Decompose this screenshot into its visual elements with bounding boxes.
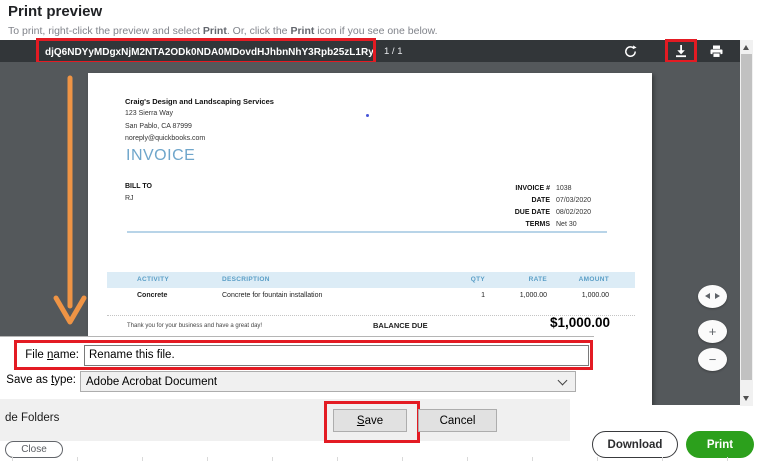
minus-icon: − <box>708 352 717 367</box>
meta-row-invoice-number: INVOICE # 1038 <box>515 185 572 192</box>
chevron-down-icon <box>557 375 568 386</box>
background-table-edge <box>12 457 758 461</box>
bill-to-value: RJ <box>125 195 134 202</box>
zoom-out-button[interactable]: − <box>698 348 727 371</box>
table-header-row: ACTIVITY DESCRIPTION QTY RATE AMOUNT <box>107 272 635 288</box>
close-button[interactable]: Close <box>5 441 63 458</box>
annotation-filename-row-highlight: File name: <box>14 340 593 370</box>
pdf-filename: djQ6NDYyMDgxNjM2NTA2ODk0NDA0MDovdHJhbnNh… <box>45 47 374 58</box>
zoom-in-button[interactable]: + <box>698 320 727 343</box>
save-button[interactable]: Save <box>333 409 407 432</box>
meta-row-date: DATE 07/03/2020 <box>531 197 592 204</box>
hide-folders-button-partial[interactable]: de Folders <box>5 412 59 424</box>
table-row: Concrete Concrete for fountain installat… <box>137 292 609 299</box>
thank-you-text: Thank you for your business and have a g… <box>127 323 263 329</box>
save-as-type-label: Save as type: <box>6 374 76 386</box>
invoice-email: noreply@quickbooks.com <box>125 135 206 142</box>
instructions-text: To print, right-click the preview and se… <box>8 25 438 37</box>
annotation-download-highlight <box>665 39 697 63</box>
save-as-type-select[interactable]: Adobe Acrobat Document <box>80 371 576 392</box>
download-button[interactable]: Download <box>592 431 678 458</box>
invoice-address-line1: 123 Sierra Way <box>125 110 173 117</box>
cancel-button[interactable]: Cancel <box>418 409 497 432</box>
dialog-footer: de Folders Save Cancel <box>0 399 570 443</box>
page-title: Print preview <box>8 3 103 20</box>
file-name-input[interactable] <box>84 344 589 366</box>
save-as-type-row: Save as type: Adobe Acrobat Document <box>0 370 594 394</box>
print-preview-modal: Print preview To print, right-click the … <box>0 0 758 461</box>
download-icon[interactable] <box>674 44 688 58</box>
pdf-toolbar: djQ6NDYyMDgxNjM2NTA2ODk0NDA0MDovdHJhbnNh… <box>0 38 740 64</box>
scroll-down-icon[interactable] <box>743 396 749 401</box>
invoice-address: 123 Sierra Way San Pablo, CA 87999 norep… <box>125 108 205 146</box>
fit-to-page-button[interactable] <box>698 285 727 308</box>
save-as-type-value: Adobe Acrobat Document <box>86 376 218 388</box>
meta-row-due-date: DUE DATE 08/02/2020 <box>514 209 592 216</box>
annotation-filename-highlight: djQ6NDYyMDgxNjM2NTA2ODk0NDA0MDovdHJhbnNh… <box>36 38 376 64</box>
header-divider <box>127 231 607 233</box>
bill-to-label: BILL TO <box>125 183 152 190</box>
invoice-doc-title: INVOICE <box>126 147 196 164</box>
file-name-label: File name: <box>25 349 79 361</box>
page-indicator: 1 / 1 <box>384 45 403 57</box>
print-button[interactable]: Print <box>686 431 754 458</box>
invoice-company-name: Craig's Design and Landscaping Services <box>125 97 274 106</box>
balance-due-label: BALANCE DUE <box>373 321 428 330</box>
invoice-meta-block: INVOICE # 1038 DATE 07/03/2020 DUE DATE … <box>378 183 614 231</box>
print-icon[interactable] <box>709 45 724 58</box>
fit-to-page-icon <box>705 285 720 308</box>
scroll-up-icon[interactable] <box>743 45 749 50</box>
balance-due-value: $1,000.00 <box>549 315 610 330</box>
link-marker-dot <box>366 114 369 117</box>
scrollbar-thumb[interactable] <box>741 54 752 380</box>
meta-row-terms: TERMS Net 30 <box>525 221 577 228</box>
rotate-icon[interactable] <box>624 44 637 58</box>
plus-icon: + <box>708 324 717 339</box>
annotation-arrow-down <box>53 75 87 325</box>
save-as-dialog: File name: Save as type: Adobe Acrobat D… <box>0 336 594 443</box>
vertical-scrollbar[interactable] <box>740 40 753 406</box>
invoice-address-line2: San Pablo, CA 87999 <box>125 122 192 130</box>
